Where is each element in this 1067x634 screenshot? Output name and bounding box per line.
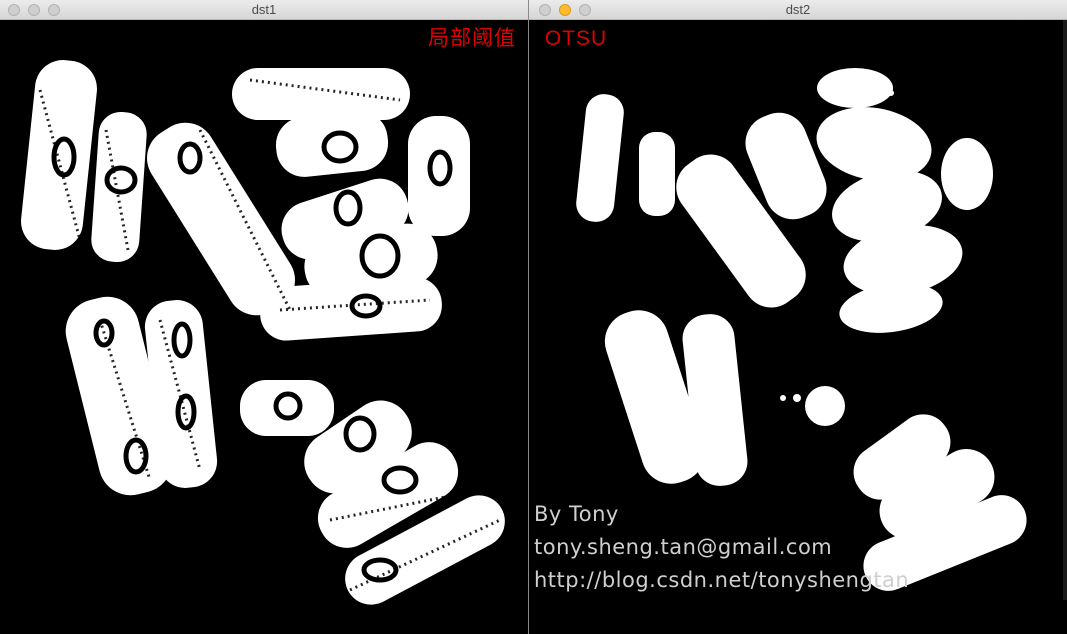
- local-threshold-label: 局部阈值: [428, 27, 516, 50]
- comparison-label: 局部阈值 OTSU: [428, 22, 607, 52]
- window-title-dst2: dst2: [785, 2, 811, 17]
- titlebar-dst2[interactable]: dst2: [529, 0, 1067, 20]
- window-dst1: dst1: [0, 0, 528, 634]
- watermark-url: http://blog.csdn.net/tonyshengtan: [534, 568, 910, 592]
- window-title-dst1: dst1: [251, 2, 277, 17]
- titlebar-dst1[interactable]: dst1: [0, 0, 528, 20]
- binary-image-local-threshold: [21, 60, 505, 605]
- otsu-label: OTSU: [544, 27, 608, 50]
- image-canvas-local-threshold: [0, 20, 528, 634]
- vertical-scrollbar[interactable]: [1063, 20, 1067, 600]
- watermark-email: tony.sheng.tan@gmail.com: [534, 535, 833, 559]
- watermark-author: By Tony: [534, 502, 619, 526]
